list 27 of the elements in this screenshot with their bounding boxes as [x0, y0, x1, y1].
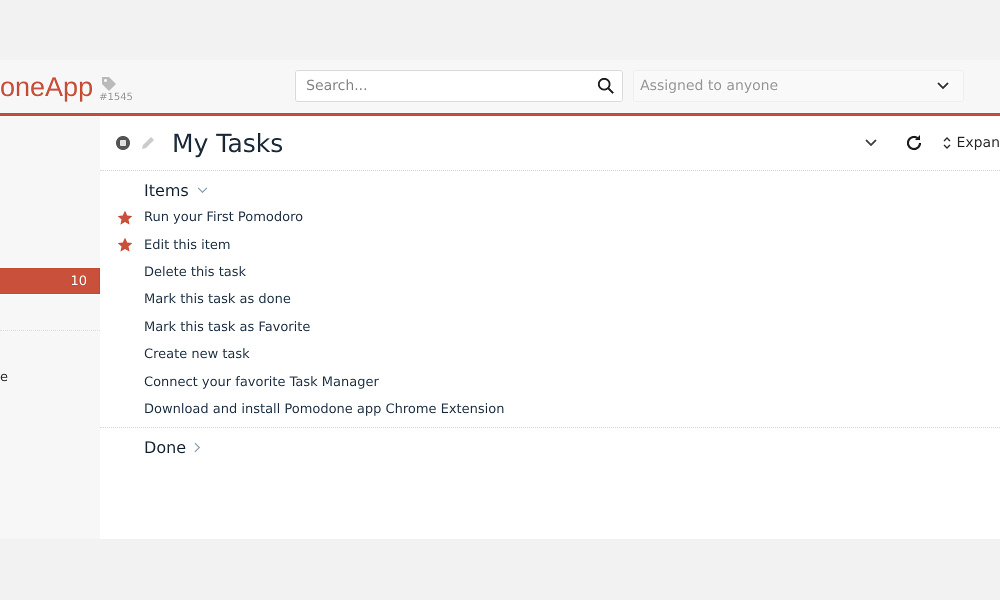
chevron-down-icon[interactable] [864, 139, 877, 147]
search-icon [597, 77, 616, 95]
chevron-right-icon[interactable] [194, 442, 202, 454]
task-number: #1545 [99, 92, 134, 102]
list-title: My Tasks [172, 128, 284, 158]
tag-icon [101, 76, 118, 92]
task-item[interactable]: Delete this task [144, 264, 246, 280]
task-item[interactable]: Mark this task as done [144, 292, 291, 308]
search-field[interactable]: Search... [295, 70, 624, 102]
task-item[interactable]: Connect your favorite Task Manager [144, 374, 379, 390]
expand-button[interactable]: Expan [942, 135, 1000, 151]
stop-icon[interactable] [116, 136, 130, 150]
sidebar-item[interactable]: e [0, 330, 100, 387]
section-title[interactable]: Items [144, 181, 189, 200]
task-item[interactable]: Run your First Pomodoro [144, 210, 304, 226]
task-item[interactable]: Edit this item [144, 238, 231, 253]
task-item[interactable]: Create new task [144, 347, 250, 362]
section-title[interactable]: Done [144, 438, 186, 458]
task-item[interactable]: Download and install Pomodone app Chrome Extension [144, 402, 504, 417]
app-logo[interactable]: oneApp [0, 72, 94, 102]
star-icon[interactable] [117, 237, 133, 254]
sidebar-item[interactable]: 10 [0, 268, 100, 294]
star-icon[interactable] [117, 210, 133, 226]
refresh-icon[interactable] [904, 134, 923, 152]
up-down-chevron-icon [942, 137, 951, 149]
task-item[interactable]: Mark this task as Favorite [144, 320, 310, 335]
chevron-down-icon [937, 82, 950, 90]
